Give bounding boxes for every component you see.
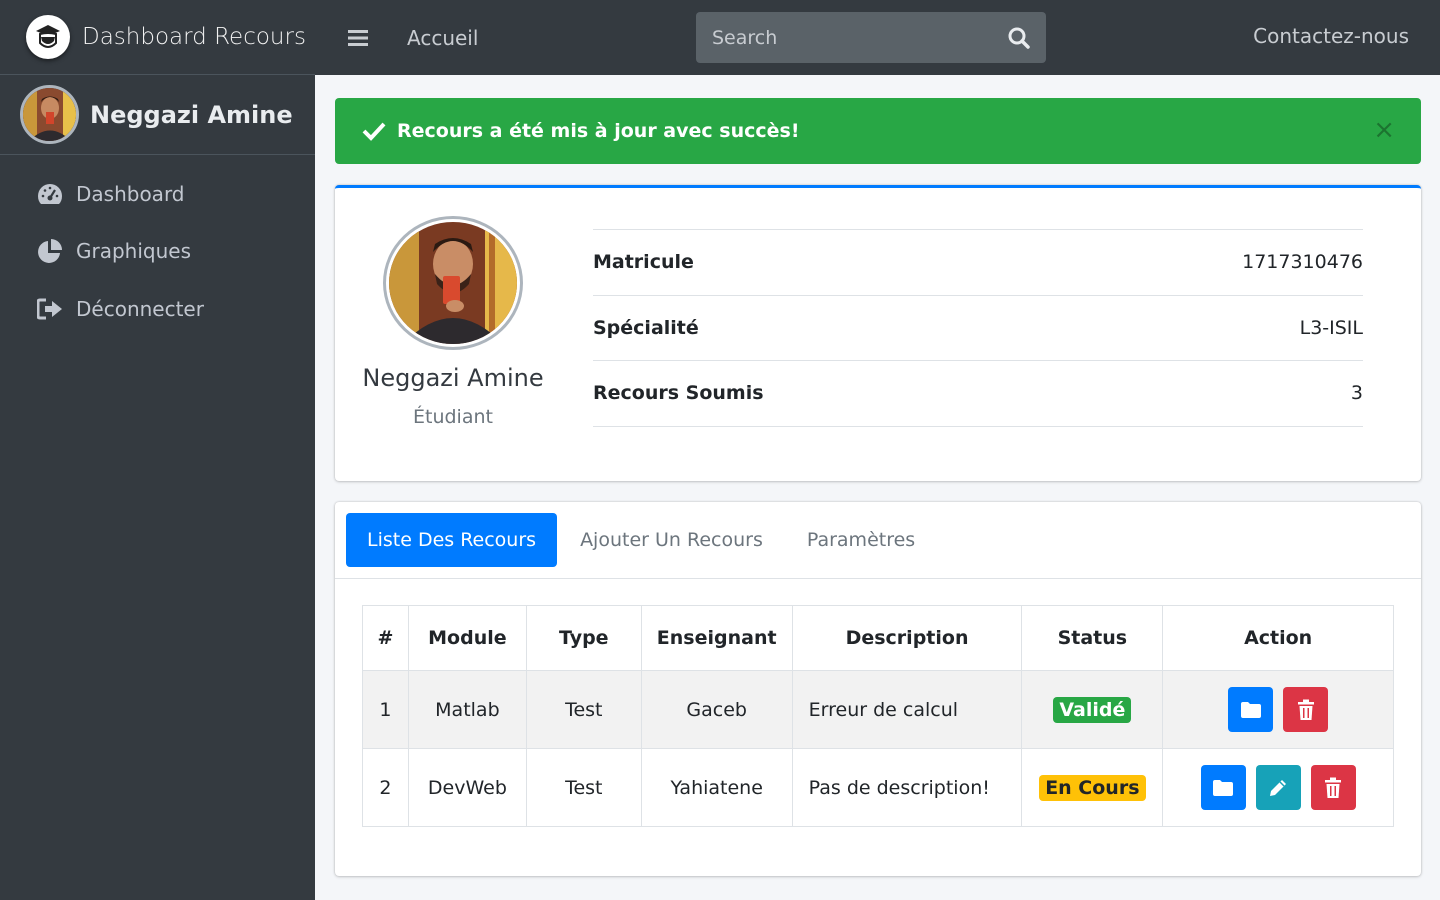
table-row: 2 DevWeb Test Yahiatene Pas de descripti… bbox=[362, 748, 1394, 827]
cell-description: Pas de description! bbox=[791, 748, 1023, 827]
cell-number: 2 bbox=[362, 748, 409, 827]
column-header: # bbox=[362, 605, 409, 671]
alert-message: Recours a été mis à jour avec succès! bbox=[397, 120, 800, 142]
status-badge: Validé bbox=[1053, 696, 1132, 723]
view-button[interactable] bbox=[1228, 687, 1274, 732]
cell-number: 1 bbox=[362, 670, 409, 749]
sidebar-item-label: Graphiques bbox=[76, 239, 191, 264]
brand-link[interactable]: Dashboard Recours bbox=[0, 0, 315, 75]
profile-name: Neggazi Amine bbox=[362, 364, 544, 392]
nav-link-contact[interactable]: Contactez-nous bbox=[1253, 24, 1409, 48]
nav-link-accueil[interactable]: Accueil bbox=[407, 26, 478, 50]
search-button[interactable] bbox=[992, 12, 1046, 63]
info-row-matricule: Matricule 1717310476 bbox=[593, 230, 1363, 296]
top-navbar: Accueil Contactez-nous bbox=[315, 0, 1440, 75]
check-icon bbox=[361, 118, 387, 144]
cell-action bbox=[1162, 748, 1394, 827]
trash-icon bbox=[1325, 777, 1342, 798]
tachometer-icon bbox=[36, 180, 64, 208]
search-bar bbox=[696, 12, 1046, 63]
cell-module: DevWeb bbox=[407, 748, 527, 827]
hamburger-icon bbox=[348, 29, 368, 46]
cell-enseignant: Gaceb bbox=[640, 670, 793, 749]
brand-title: Dashboard Recours bbox=[82, 24, 306, 50]
status-badge: En Cours bbox=[1039, 774, 1146, 801]
column-header: Status bbox=[1021, 605, 1164, 671]
column-header: Type bbox=[525, 605, 642, 671]
column-header: Module bbox=[407, 605, 527, 671]
table-row: 1 Matlab Test Gaceb Erreur de calcul Val… bbox=[362, 670, 1394, 749]
cell-type: Test bbox=[525, 748, 642, 827]
recours-card: Liste Des Recours Ajouter Un Recours Par… bbox=[335, 502, 1421, 876]
sidebar-item-label: Dashboard bbox=[76, 181, 185, 206]
profile-info-list: Matricule 1717310476 Spécialité L3-ISIL … bbox=[593, 229, 1363, 427]
user-name: Neggazi Amine bbox=[90, 100, 293, 129]
cell-action bbox=[1162, 670, 1394, 749]
table-header-row: # Module Type Enseignant Description Sta… bbox=[362, 605, 1394, 671]
profile-avatar bbox=[383, 216, 523, 350]
info-key: Matricule bbox=[593, 251, 694, 274]
menu-toggle-button[interactable] bbox=[343, 23, 373, 53]
info-value: 1717310476 bbox=[1242, 251, 1363, 274]
student-mask-icon bbox=[26, 15, 70, 59]
cell-status: En Cours bbox=[1021, 748, 1164, 827]
sidebar-item-graphiques[interactable]: Graphiques bbox=[0, 223, 315, 281]
pie-chart-icon bbox=[36, 237, 64, 265]
sidebar-item-dashboard[interactable]: Dashboard bbox=[0, 165, 315, 223]
folder-icon bbox=[1240, 701, 1261, 718]
info-value: 3 bbox=[1350, 382, 1363, 405]
cell-status: Validé bbox=[1021, 670, 1164, 749]
tab-liste-des-recours[interactable]: Liste Des Recours bbox=[346, 513, 558, 567]
tab-parametres[interactable]: Paramètres bbox=[786, 513, 936, 567]
close-icon[interactable]: × bbox=[1373, 116, 1395, 144]
info-value: L3-ISIL bbox=[1299, 316, 1363, 339]
column-header: Description bbox=[791, 605, 1023, 671]
recours-table: # Module Type Enseignant Description Sta… bbox=[362, 605, 1394, 827]
column-header: Enseignant bbox=[640, 605, 793, 671]
cell-description: Erreur de calcul bbox=[791, 670, 1023, 749]
avatar bbox=[20, 85, 79, 144]
cell-enseignant: Yahiatene bbox=[640, 748, 793, 827]
trash-icon bbox=[1297, 699, 1314, 720]
info-row-specialite: Spécialité L3-ISIL bbox=[593, 296, 1363, 361]
info-key: Spécialité bbox=[593, 316, 699, 339]
search-icon bbox=[1008, 27, 1030, 49]
sidebar: Dashboard Recours Neggazi Amine Dashboar… bbox=[0, 0, 315, 900]
view-button[interactable] bbox=[1200, 765, 1246, 810]
cell-module: Matlab bbox=[407, 670, 527, 749]
pencil-icon bbox=[1270, 779, 1287, 796]
info-key: Recours Soumis bbox=[593, 382, 764, 405]
tab-bar: Liste Des Recours Ajouter Un Recours Par… bbox=[335, 502, 1421, 579]
delete-button[interactable] bbox=[1310, 765, 1356, 810]
profile-role: Étudiant bbox=[413, 406, 493, 428]
delete-button[interactable] bbox=[1283, 687, 1329, 732]
column-header: Action bbox=[1162, 605, 1394, 671]
search-input[interactable] bbox=[696, 12, 992, 63]
info-row-recours-soumis: Recours Soumis 3 bbox=[593, 361, 1363, 427]
sidebar-item-deconnecter[interactable]: Déconnecter bbox=[0, 280, 315, 338]
user-panel[interactable]: Neggazi Amine bbox=[0, 75, 315, 155]
tab-ajouter-un-recours[interactable]: Ajouter Un Recours bbox=[559, 513, 784, 567]
folder-icon bbox=[1213, 779, 1234, 796]
sidebar-item-label: Déconnecter bbox=[76, 296, 204, 321]
profile-card: Neggazi Amine Étudiant Matricule 1717310… bbox=[335, 185, 1421, 481]
success-alert: Recours a été mis à jour avec succès! × bbox=[335, 98, 1421, 164]
cell-type: Test bbox=[525, 670, 642, 749]
sidebar-nav: Dashboard Graphiques Déconnecter bbox=[0, 155, 315, 338]
sign-out-icon bbox=[36, 295, 64, 323]
edit-button[interactable] bbox=[1255, 765, 1301, 810]
